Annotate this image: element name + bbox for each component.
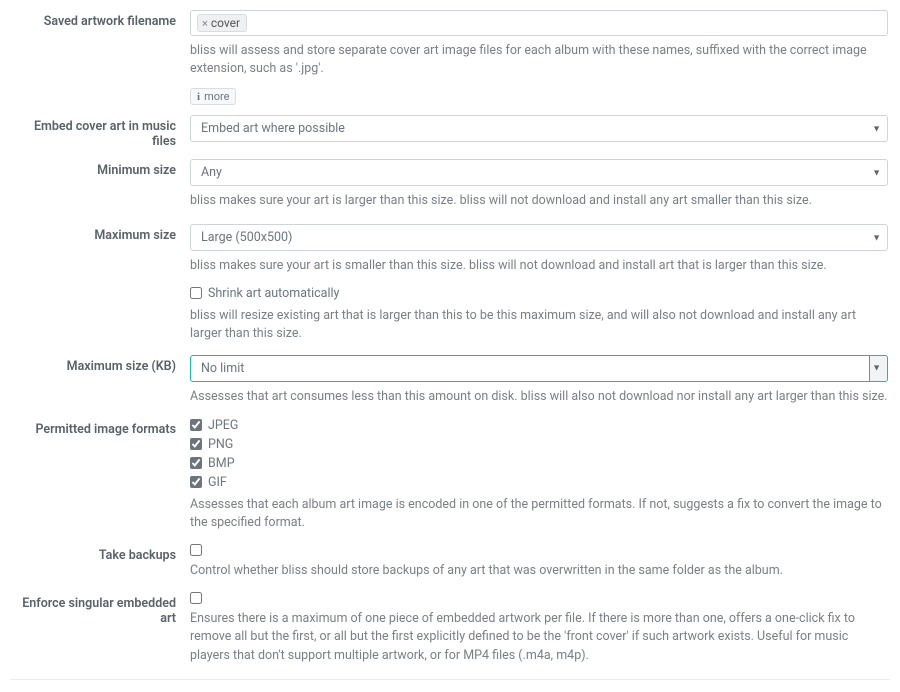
saved-filename-help: bliss will assess and store separate cov… [190,42,890,78]
shrink-label: Shrink art automatically [208,286,339,301]
format-gif-checkbox[interactable] [190,476,202,488]
backups-label: Take backups [10,544,190,563]
format-jpeg-label: JPEG [208,418,238,433]
format-jpeg-checkbox[interactable] [190,419,202,431]
min-size-select[interactable]: Any ▼ [190,159,888,186]
format-bmp-label: BMP [208,456,235,471]
shrink-checkbox[interactable] [190,287,202,299]
max-size-help: bliss makes sure your art is smaller tha… [190,257,890,275]
embed-select[interactable]: Embed art where possible ▼ [190,115,888,142]
max-size-label: Maximum size [10,224,190,243]
saved-filename-input[interactable]: × cover [190,10,888,36]
close-icon[interactable]: × [202,17,208,30]
info-icon: i [197,91,200,103]
more-button[interactable]: i more [190,88,236,105]
filename-tag-text: cover [211,16,240,30]
format-bmp-checkbox[interactable] [190,457,202,469]
min-size-label: Minimum size [10,159,190,178]
embed-label: Embed cover art in music files [10,115,190,149]
saved-filename-label: Saved artwork filename [10,10,190,29]
format-gif-label: GIF [208,475,227,490]
format-png-checkbox[interactable] [190,438,202,450]
max-kb-label: Maximum size (KB) [10,355,190,374]
singular-help: Ensures there is a maximum of one piece … [190,610,890,664]
max-size-select[interactable]: Large (500x500) ▼ [190,224,888,251]
shrink-help: bliss will resize existing art that is l… [190,307,890,343]
backups-checkbox[interactable] [190,544,202,556]
filename-tag[interactable]: × cover [197,14,247,32]
chevron-down-icon: ▼ [872,363,881,374]
singular-checkbox[interactable] [190,592,202,604]
format-png-label: PNG [208,437,233,452]
max-kb-select[interactable]: No limit ▼ [190,355,888,382]
formats-help: Assesses that each album art image is en… [190,496,890,532]
divider [10,679,890,680]
max-size-value: Large (500x500) [201,230,292,245]
chevron-down-icon: ▼ [872,123,881,134]
singular-label: Enforce singular embedded art [10,592,190,626]
embed-value: Embed art where possible [201,121,345,136]
backups-help: Control whether bliss should store backu… [190,562,890,580]
formats-label: Permitted image formats [10,418,190,437]
min-size-value: Any [201,165,222,180]
more-label: more [204,90,229,103]
chevron-down-icon: ▼ [872,232,881,243]
chevron-down-icon: ▼ [872,167,881,178]
min-size-help: bliss makes sure your art is larger than… [190,192,890,210]
max-kb-value: No limit [201,361,244,376]
max-kb-help: Assesses that art consumes less than thi… [190,388,890,406]
